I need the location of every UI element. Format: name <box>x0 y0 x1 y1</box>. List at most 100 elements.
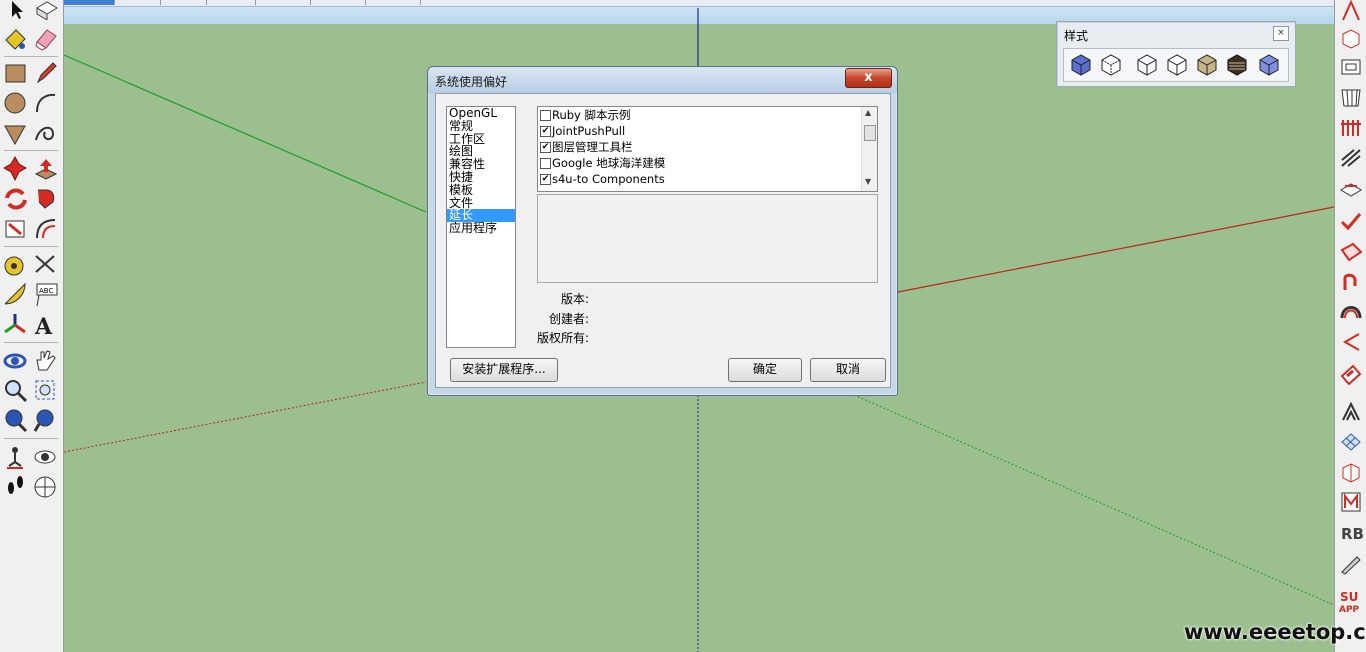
components-icon[interactable] <box>1339 460 1363 484</box>
scroll-down-icon[interactable]: ▼ <box>865 177 871 186</box>
shaded-textures-style-icon[interactable] <box>1224 52 1250 78</box>
extension-label: 图层管理工具栏 <box>552 140 633 154</box>
creator-label: 创建者: <box>548 312 589 326</box>
sandbox-icon[interactable] <box>1339 0 1363 24</box>
install-extension-button[interactable]: 安装扩展程序... <box>450 358 558 382</box>
protractor-icon[interactable] <box>3 282 29 308</box>
offset-icon[interactable] <box>33 216 59 242</box>
move-icon[interactable] <box>2 155 29 182</box>
category-list[interactable]: OpenGL 常规 工作区 绘图 兼容性 快捷 模板 文件 延长 应用程序 <box>446 106 516 348</box>
push-box-icon[interactable] <box>1339 26 1363 50</box>
zoom-window-icon[interactable] <box>33 378 59 404</box>
back-edges-style-icon[interactable] <box>1098 52 1124 78</box>
extension-item[interactable]: ✔ 图层管理工具栏 <box>538 139 877 155</box>
watermark: www.eeeetop.com <box>1184 620 1366 644</box>
red-axis-solid <box>897 206 1334 293</box>
knife-icon[interactable] <box>1339 552 1363 576</box>
pan-hand-icon[interactable] <box>33 348 59 374</box>
scroll-thumb[interactable] <box>864 125 876 141</box>
hidden-line-style-icon[interactable] <box>1164 52 1190 78</box>
ok-button[interactable]: 确定 <box>728 358 802 382</box>
axes-icon[interactable] <box>3 312 29 338</box>
tile-icon[interactable] <box>1339 240 1363 264</box>
orbit-icon[interactable] <box>3 348 29 374</box>
3d-text-icon[interactable]: A <box>33 312 59 340</box>
section-plane-icon[interactable] <box>33 474 59 500</box>
select-arrow-icon[interactable] <box>3 0 29 26</box>
extrude-lines-icon[interactable] <box>1339 400 1363 424</box>
extension-list-scrollbar[interactable]: ▲ ▼ <box>861 107 877 191</box>
extension-item[interactable]: ✔ s4u-to Components <box>538 171 877 187</box>
extension-checkbox[interactable] <box>540 110 551 121</box>
position-camera-icon[interactable] <box>3 444 29 470</box>
previous-view-icon[interactable] <box>33 408 59 434</box>
extension-checkbox[interactable]: ✔ <box>540 174 551 185</box>
mirror-icon[interactable] <box>1339 490 1363 514</box>
curve-icon[interactable] <box>1339 330 1363 354</box>
dialog-close-button[interactable]: x <box>845 68 892 88</box>
extension-list[interactable]: Ruby 脚本示例 ✔ JointPushPull ✔ 图层管理工具栏 Google… <box>537 106 878 192</box>
grid-icon[interactable] <box>1339 86 1363 110</box>
polygon-icon[interactable] <box>3 120 29 146</box>
styles-panel: 样式 × <box>1056 21 1296 87</box>
version-label: 版本: <box>560 292 589 306</box>
look-around-icon[interactable] <box>33 444 59 470</box>
scroll-up-icon[interactable]: ▲ <box>865 108 871 117</box>
follow-me-icon[interactable] <box>33 186 59 212</box>
dialog-titlebar[interactable]: 系统使用偏好 x <box>428 67 897 93</box>
svg-text:ABC: ABC <box>39 287 53 295</box>
styles-button-row <box>1063 48 1289 82</box>
checkmark-icon[interactable] <box>1339 210 1363 234</box>
make-component-icon[interactable] <box>33 0 59 26</box>
monochrome-style-icon[interactable] <box>1256 52 1282 78</box>
rectangle-icon[interactable] <box>3 60 29 86</box>
eraser-icon[interactable] <box>33 26 59 52</box>
flip-icon[interactable] <box>1339 362 1363 386</box>
rotate-icon[interactable] <box>3 186 29 212</box>
arch-icon[interactable] <box>1339 300 1363 324</box>
extension-label: Ruby 脚本示例 <box>552 108 631 122</box>
extension-checkbox[interactable] <box>540 158 551 169</box>
green-axis-solid <box>64 54 427 213</box>
wireframe-style-icon[interactable] <box>1134 52 1160 78</box>
push-pull-icon[interactable] <box>33 156 59 182</box>
zoom-extents-icon[interactable] <box>3 408 29 434</box>
extension-item[interactable]: ✔ JointPushPull <box>538 123 877 139</box>
rb-icon[interactable]: RB <box>1339 520 1364 544</box>
category-item-shortcuts[interactable]: 快捷 <box>447 171 515 184</box>
category-item-opengl[interactable]: OpenGL <box>447 107 515 120</box>
category-item-applications[interactable]: 应用程序 <box>447 222 515 235</box>
svg-text:SU: SU <box>1340 590 1358 604</box>
paint-bucket-icon[interactable] <box>3 26 29 52</box>
extension-checkbox[interactable]: ✔ <box>540 126 551 137</box>
bend-icon[interactable] <box>1339 270 1363 294</box>
fence-icon[interactable] <box>1339 116 1363 140</box>
extension-item[interactable]: Ruby 脚本示例 <box>538 107 877 123</box>
scale-icon[interactable] <box>3 216 29 242</box>
slab-icon[interactable] <box>1339 176 1363 200</box>
category-item-template[interactable]: 模板 <box>447 183 515 197</box>
category-item-general[interactable]: 常规 <box>447 119 515 133</box>
styles-panel-title: 样式 <box>1064 29 1089 43</box>
dimension-icon[interactable] <box>33 252 59 278</box>
extension-checkbox[interactable]: ✔ <box>540 142 551 153</box>
text-icon[interactable]: ABC <box>33 282 59 308</box>
freehand-icon[interactable] <box>33 120 59 146</box>
styles-panel-close-button[interactable]: × <box>1273 26 1289 41</box>
walk-footprints-icon[interactable] <box>3 474 29 500</box>
circle-icon[interactable] <box>3 90 29 116</box>
extension-item[interactable]: Google 地球海洋建模 <box>538 155 877 171</box>
su-app-icon[interactable]: SU APP <box>1339 588 1363 615</box>
pencil-icon[interactable] <box>33 60 59 86</box>
frame-icon[interactable] <box>1339 56 1363 80</box>
xray-style-icon[interactable] <box>1068 52 1094 78</box>
tape-measure-icon[interactable] <box>3 252 29 278</box>
arc-icon[interactable] <box>33 90 59 116</box>
extension-label: Google 地球海洋建模 <box>552 156 666 170</box>
tiles-grid-icon[interactable] <box>1339 430 1363 454</box>
stairs-icon[interactable] <box>1339 146 1363 170</box>
zoom-icon[interactable] <box>3 378 29 404</box>
shaded-style-icon[interactable] <box>1194 52 1220 78</box>
cancel-button[interactable]: 取消 <box>810 358 886 382</box>
dialog-title: 系统使用偏好 <box>435 75 508 89</box>
